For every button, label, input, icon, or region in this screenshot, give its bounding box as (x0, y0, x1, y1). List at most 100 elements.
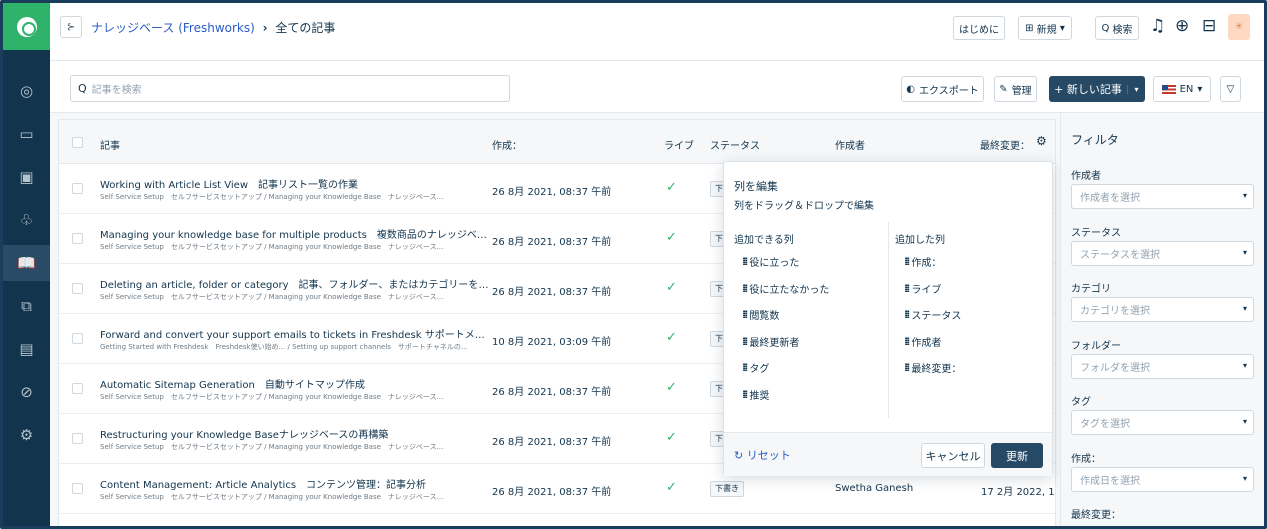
filter-select[interactable]: 作成者を選択 ▾ (1071, 184, 1254, 209)
filter-select[interactable]: カテゴリを選択 ▾ (1071, 297, 1254, 322)
added-column-item[interactable]: ⁞⁞ 最終変更： (904, 360, 961, 375)
added-column-item[interactable]: ⁞⁞ 作成者 (904, 334, 941, 349)
explore-icon[interactable]: ⊘ (3, 374, 50, 410)
column-created[interactable]: 作成： (492, 137, 522, 152)
column-editor-title: 列を編集 (734, 180, 778, 193)
filter-select-placeholder: タグを選択 (1080, 419, 1130, 430)
cancel-button[interactable]: キャンセル (921, 443, 985, 468)
column-live[interactable]: ライブ (664, 137, 694, 152)
live-check-icon: ✓ (666, 230, 677, 245)
drag-handle-icon[interactable]: ⁞⁞ (742, 255, 749, 268)
column-modified[interactable]: 最終変更： (980, 137, 1030, 152)
added-column-item[interactable]: ⁞⁞ ライブ (904, 281, 941, 296)
column-settings-gear-icon[interactable]: ⚙ (1036, 134, 1047, 148)
language-selector[interactable]: EN ▾ (1153, 76, 1211, 102)
available-column-item[interactable]: ⁞⁞ 役に立たなかった (742, 281, 829, 296)
filter-select[interactable]: ステータスを選択 ▾ (1071, 240, 1254, 266)
reports-icon[interactable]: ▤ (3, 331, 50, 367)
drag-handle-icon[interactable]: ⁞⁞ (904, 282, 911, 295)
filter-toggle-button[interactable]: ▽ (1220, 76, 1241, 102)
available-column-item[interactable]: ⁞⁞ 閲覧数 (742, 307, 779, 322)
article-title-link[interactable]: Automatic Sitemap Generation 自動サイトマップ作成 (100, 376, 490, 391)
chevron-down-icon: ▾ (1056, 22, 1065, 34)
article-search-input[interactable]: Q 記事を検索 (70, 75, 510, 102)
live-check-icon: ✓ (666, 280, 677, 295)
live-check-icon: ✓ (666, 430, 677, 445)
new-article-button[interactable]: + 新しい記事 ▾ (1049, 76, 1145, 102)
row-checkbox[interactable] (72, 333, 83, 344)
filter-select-placeholder: カテゴリを選択 (1080, 306, 1150, 317)
headset-icon (16, 16, 37, 37)
drag-handle-icon[interactable]: ⁞⁞ (742, 388, 749, 401)
column-editor-subtitle: 列をドラッグ＆ドロップで編集 (734, 201, 874, 212)
row-checkbox[interactable] (72, 233, 83, 244)
filter-select[interactable]: 作成日を選択 ▾ (1071, 466, 1254, 492)
available-column-label: 役に立たなかった (749, 284, 830, 296)
column-author[interactable]: 作成者 (835, 137, 865, 152)
new-menu-label: 新規 (1036, 24, 1057, 36)
row-checkbox[interactable] (72, 433, 83, 444)
drag-handle-icon[interactable]: ⁞⁞ (904, 335, 911, 348)
article-title-link[interactable]: Deleting an article, folder or category … (100, 276, 490, 291)
groups-icon[interactable]: ♧ (3, 202, 50, 238)
reset-button[interactable]: ↻ リセット (734, 447, 791, 463)
article-path: Self Service Setup セルフサービスセットアップ / Manag… (100, 493, 444, 501)
global-search-button[interactable]: Q 検索 (1095, 16, 1139, 40)
live-check-icon: ✓ (666, 380, 677, 395)
added-column-item[interactable]: ⁞⁞ ステータス (904, 307, 961, 322)
drag-handle-icon[interactable]: ⁞⁞ (904, 361, 911, 374)
available-column-item[interactable]: ⁞⁞ 最終更新者 (742, 334, 799, 349)
row-checkbox[interactable] (72, 183, 83, 194)
drag-handle-icon[interactable]: ⁞⁞ (742, 282, 749, 295)
apps-icon[interactable]: ⊟ (1202, 16, 1216, 36)
drag-handle-icon[interactable]: ⁞⁞ (904, 308, 911, 321)
dashboard-icon[interactable]: ◎ (3, 73, 50, 109)
article-title-link[interactable]: Content Management: Article Analytics コン… (100, 476, 490, 491)
export-button[interactable]: ◐ エクスポート (901, 76, 984, 102)
chevron-down-icon: ▾ (1242, 417, 1247, 426)
article-title-link[interactable]: Managing your knowledge base for multipl… (100, 226, 490, 241)
settings-gear-icon[interactable]: ⚙ (3, 417, 50, 453)
available-column-item[interactable]: ⁞⁞ タグ (742, 360, 769, 375)
filter-select[interactable]: タグを選択 ▾ (1071, 410, 1254, 435)
breadcrumb-root-link[interactable]: ナレッジベース (Freshworks) (91, 21, 255, 35)
filter-select[interactable]: フォルダを選択 ▾ (1071, 353, 1254, 379)
article-title-link[interactable]: Forward and convert your support emails … (100, 326, 490, 341)
breadcrumb: ナレッジベース (Freshworks) › 全ての記事 (91, 19, 335, 36)
toolbar: Q 記事を検索 ◐ エクスポート ✎ 管理 + 新しい記事 ▾ EN ▾ ▽ (50, 61, 1264, 113)
bell-icon[interactable]: ♫ (1150, 16, 1165, 36)
article-title-link[interactable]: Restructuring your Knowledge Baseナレッジベース… (100, 426, 490, 441)
manage-button[interactable]: ✎ 管理 (994, 76, 1037, 102)
knowledge-base-icon[interactable]: 📖 (3, 245, 50, 281)
chevron-down-icon[interactable]: ▾ (1127, 84, 1145, 94)
row-checkbox[interactable] (72, 383, 83, 394)
available-column-item[interactable]: ⁞⁞ 推奨 (742, 387, 769, 402)
column-status[interactable]: ステータス (710, 137, 760, 152)
contacts-icon[interactable]: ▣ (3, 159, 50, 195)
drag-handle-icon[interactable]: ⁞⁞ (742, 335, 749, 348)
filter-label: カテゴリ (1071, 284, 1111, 295)
row-checkbox[interactable] (72, 283, 83, 294)
sidebar-toggle-icon[interactable]: ⊱ (60, 16, 82, 38)
drag-handle-icon[interactable]: ⁞⁞ (904, 255, 911, 268)
tickets-icon[interactable]: ▭ (3, 116, 50, 152)
available-column-item[interactable]: ⁞⁞ 役に立った (742, 254, 799, 269)
column-article[interactable]: 記事 (100, 137, 120, 152)
select-all-checkbox[interactable] (72, 137, 83, 148)
drag-handle-icon[interactable]: ⁞⁞ (742, 308, 749, 321)
forums-icon[interactable]: ⧉ (3, 288, 50, 324)
gift-icon[interactable]: ⊕ (1175, 16, 1189, 36)
filter-label: 最終変更： (1071, 510, 1121, 521)
filter-icon: ▽ (1226, 83, 1235, 95)
article-path: Getting Started with Freshdesk Freshdesk… (100, 343, 468, 351)
getting-started-button[interactable]: はじめに (953, 16, 1005, 40)
added-column-item[interactable]: ⁞⁞ 作成： (904, 254, 941, 269)
filter-select-placeholder: フォルダを選択 (1080, 362, 1150, 374)
freshdesk-logo[interactable] (3, 3, 50, 50)
article-title-link[interactable]: Working with Article List View 記事リスト一覧の作… (100, 176, 490, 191)
row-checkbox[interactable] (72, 483, 83, 494)
drag-handle-icon[interactable]: ⁞⁞ (742, 361, 749, 374)
avatar[interactable]: ✳ (1228, 14, 1250, 40)
update-button[interactable]: 更新 (991, 443, 1043, 468)
new-menu-button[interactable]: ⊞ 新規 ▾ (1018, 16, 1072, 40)
